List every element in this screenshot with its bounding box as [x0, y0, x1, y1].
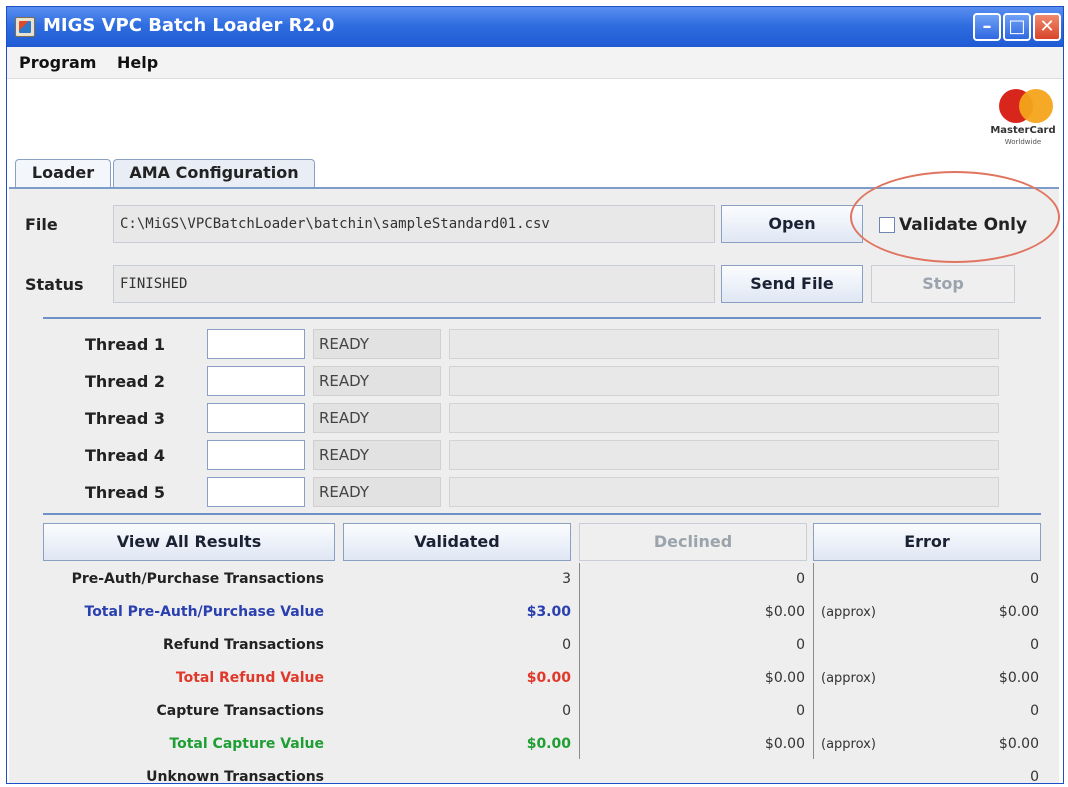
tab-ama-configuration[interactable]: AMA Configuration: [113, 159, 315, 187]
divider-bottom: [43, 513, 1041, 515]
menu-help[interactable]: Help: [117, 53, 158, 72]
error-capture-count: 0: [1030, 703, 1039, 719]
mastercard-logo: MasterCard Worldwide: [985, 89, 1061, 153]
validate-only-label[interactable]: Validate Only: [899, 215, 1027, 235]
validated-capture-value: $0.00: [526, 736, 571, 752]
thread-box-4: [207, 440, 305, 470]
mastercard-sub-text: Worldwide: [1004, 138, 1042, 146]
header-area: MasterCard Worldwide: [7, 79, 1063, 157]
open-button[interactable]: Open: [721, 205, 863, 243]
declined-capture-count: 0: [796, 703, 805, 719]
approx-capture: (approx): [821, 737, 876, 752]
thread-state-1: READY: [313, 329, 441, 359]
file-path-field[interactable]: C:\MiGS\VPCBatchLoader\batchin\sampleSta…: [113, 205, 715, 243]
menu-program[interactable]: Program: [19, 53, 96, 72]
menu-bar: Program Help: [7, 47, 1063, 79]
window-title: MIGS VPC Batch Loader R2.0: [43, 15, 335, 36]
column-separator-2: [813, 563, 814, 759]
thread-label-5: Thread 5: [85, 483, 165, 502]
view-all-results-button[interactable]: View All Results: [43, 523, 335, 561]
error-capture-value: $0.00: [998, 736, 1039, 752]
minimize-button[interactable]: –: [973, 13, 1001, 41]
app-window: MIGS VPC Batch Loader R2.0 – □ ✕ Program…: [6, 6, 1064, 784]
stop-button[interactable]: Stop: [871, 265, 1015, 303]
thread-progress-3: [449, 403, 999, 433]
thread-progress-5: [449, 477, 999, 507]
thread-state-4: READY: [313, 440, 441, 470]
mastercard-circles-icon: [999, 89, 1053, 123]
validated-capture-count: 0: [562, 703, 571, 719]
row-label-capture-transactions: Capture Transactions: [156, 703, 325, 719]
status-label: Status: [25, 275, 84, 294]
row-label-preauth-value: Total Pre-Auth/Purchase Value: [84, 604, 325, 620]
declined-refund-value: $0.00: [764, 670, 805, 686]
declined-preauth-count: 0: [796, 571, 805, 587]
row-label-preauth-transactions: Pre-Auth/Purchase Transactions: [71, 571, 324, 587]
approx-preauth: (approx): [821, 605, 876, 620]
minimize-icon: –: [982, 16, 992, 37]
thread-label-2: Thread 2: [85, 372, 165, 391]
file-label: File: [25, 215, 58, 234]
thread-label-3: Thread 3: [85, 409, 165, 428]
declined-button[interactable]: Declined: [579, 523, 807, 561]
divider-top: [43, 317, 1041, 319]
thread-box-2: [207, 366, 305, 396]
error-unknown-count: 0: [1030, 769, 1039, 784]
error-button[interactable]: Error: [813, 523, 1041, 561]
row-label-refund-value: Total Refund Value: [175, 670, 324, 686]
maximize-button[interactable]: □: [1003, 13, 1031, 41]
validated-button[interactable]: Validated: [343, 523, 571, 561]
declined-preauth-value: $0.00: [764, 604, 805, 620]
validated-preauth-count: 3: [562, 571, 571, 587]
error-refund-count: 0: [1030, 637, 1039, 653]
status-field: FINISHED: [113, 265, 715, 303]
validated-refund-value: $0.00: [526, 670, 571, 686]
close-icon: ✕: [1039, 16, 1055, 37]
thread-state-2: READY: [313, 366, 441, 396]
thread-progress-4: [449, 440, 999, 470]
thread-box-5: [207, 477, 305, 507]
error-refund-value: $0.00: [998, 670, 1039, 686]
thread-label-1: Thread 1: [85, 335, 165, 354]
row-label-refund-transactions: Refund Transactions: [162, 637, 324, 653]
java-app-icon: [15, 17, 35, 37]
validate-only-checkbox[interactable]: [879, 217, 895, 233]
thread-state-3: READY: [313, 403, 441, 433]
thread-progress-1: [449, 329, 999, 359]
declined-refund-count: 0: [796, 637, 805, 653]
row-label-unknown-transactions: Unknown Transactions: [146, 769, 324, 784]
validated-preauth-value: $3.00: [526, 604, 571, 620]
thread-state-5: READY: [313, 477, 441, 507]
title-bar[interactable]: MIGS VPC Batch Loader R2.0 – □ ✕: [7, 7, 1063, 47]
maximize-icon: □: [1008, 16, 1026, 37]
thread-box-3: [207, 403, 305, 433]
column-separator-1: [579, 563, 580, 759]
approx-refund: (approx): [821, 671, 876, 686]
tab-loader[interactable]: Loader: [15, 159, 111, 189]
error-preauth-count: 0: [1030, 571, 1039, 587]
row-label-capture-value: Total Capture Value: [169, 736, 324, 752]
error-preauth-value: $0.00: [998, 604, 1039, 620]
declined-capture-value: $0.00: [764, 736, 805, 752]
validated-refund-count: 0: [562, 637, 571, 653]
send-file-button[interactable]: Send File: [721, 265, 863, 303]
loader-panel: File C:\MiGS\VPCBatchLoader\batchin\samp…: [9, 187, 1059, 783]
mastercard-brand-text: MasterCard: [990, 125, 1056, 136]
thread-label-4: Thread 4: [85, 446, 165, 465]
thread-progress-2: [449, 366, 999, 396]
thread-box-1: [207, 329, 305, 359]
close-button[interactable]: ✕: [1033, 13, 1061, 41]
